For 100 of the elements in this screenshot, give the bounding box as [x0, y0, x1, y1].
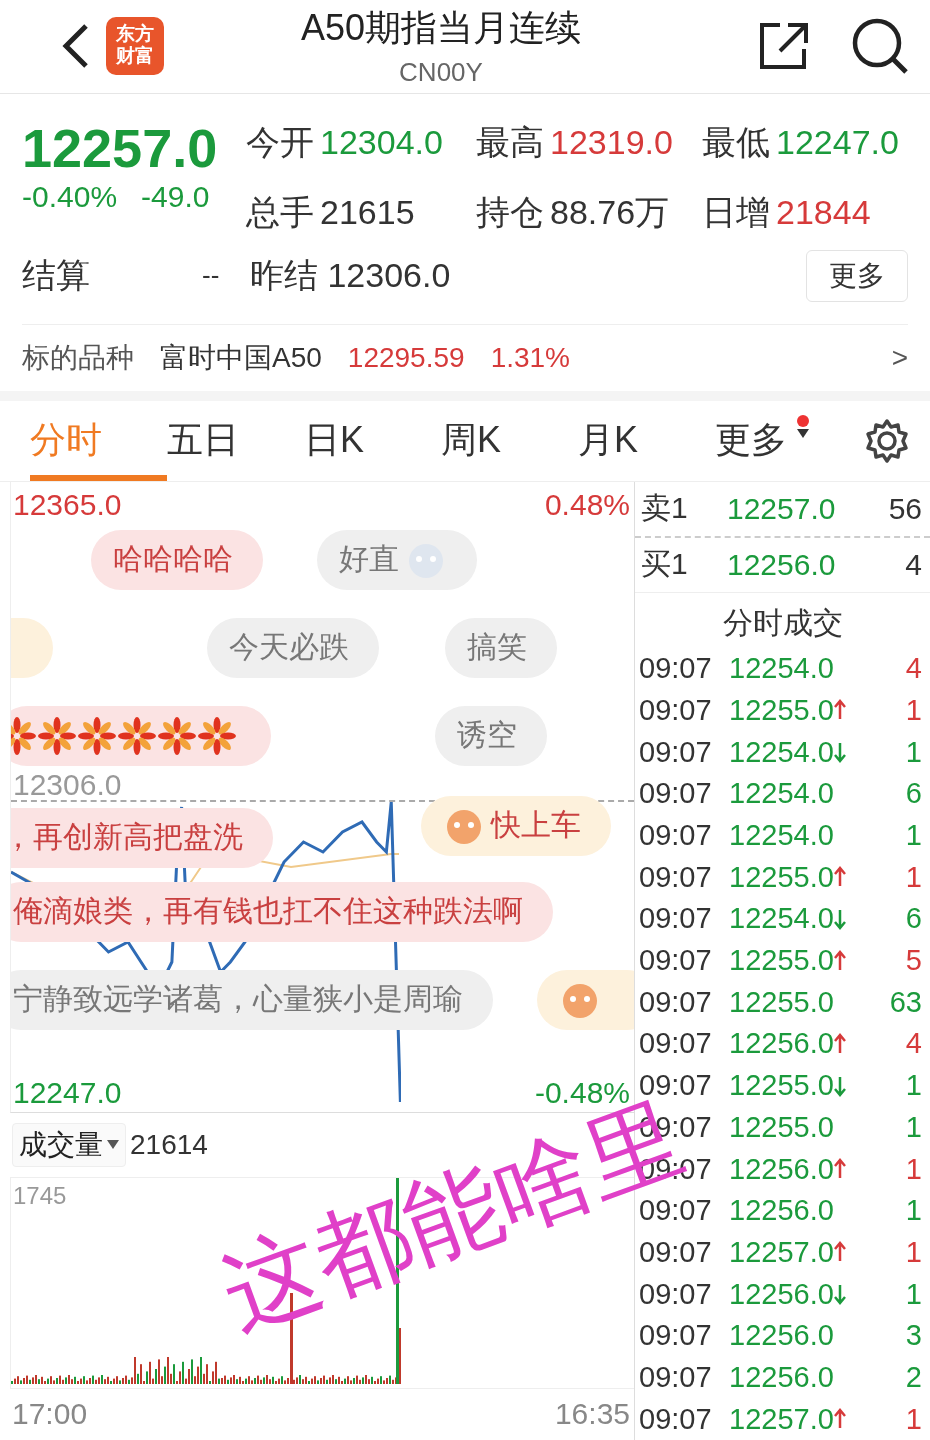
trade-price: 12256.0 [729, 1027, 834, 1061]
trade-time: 09:07 [639, 860, 713, 894]
quote-field: 日增 21844 [702, 189, 908, 236]
back-button[interactable] [60, 23, 90, 70]
trade-price: 12255.0 [729, 944, 834, 978]
indicator-dropdown[interactable]: 成交量 [12, 1122, 126, 1167]
chart-tab[interactable]: 月K [578, 400, 715, 481]
change-value: -49.0 [141, 179, 210, 214]
trade-price: 12254.0 [729, 902, 834, 936]
comment-bubble[interactable]: 搞笑 [445, 617, 557, 678]
quote-field: 今开 12304.0 [246, 119, 476, 166]
underlying-change: 1.31% [490, 341, 571, 374]
trade-time: 09:07 [639, 1277, 713, 1311]
chart-tab[interactable]: 分时 [30, 400, 167, 481]
comment-bubble[interactable]: 宁静致远学诸葛，心量狭小是周瑜 [11, 969, 493, 1030]
time-start: 17:00 [12, 1396, 88, 1431]
trade-price: 12254.0 [729, 652, 834, 686]
trade-time: 09:07 [639, 1027, 713, 1061]
caret-icon [797, 428, 809, 438]
comment-bubble[interactable]: 哈哈哈哈 [91, 529, 263, 590]
trade-time: 09:07 [639, 693, 713, 727]
trade-time: 09:07 [639, 735, 713, 769]
quote-field: 持仓 88.76万 [476, 189, 702, 236]
trade-time: 09:07 [639, 1194, 713, 1228]
trade-volume: 1 [905, 1110, 922, 1144]
comment-bubble[interactable]: 好直 [317, 529, 477, 590]
comment-bubble[interactable]: 快上车 [421, 795, 611, 856]
volume-max-label: 1745 [13, 1181, 67, 1210]
trade-volume: 1 [905, 860, 922, 894]
app-logo: 东方财富 [106, 17, 164, 76]
more-button[interactable]: 更多 [806, 249, 908, 302]
settings-icon[interactable] [864, 417, 910, 464]
change-percent: -0.40% [22, 179, 118, 214]
comment-bubble[interactable]: ，再创新高把盘洗 [11, 807, 273, 868]
book-volume: 4 [905, 547, 922, 582]
trade-volume: 1 [905, 1152, 922, 1186]
emoji-bubble[interactable] [11, 705, 271, 766]
share-icon[interactable] [758, 21, 810, 72]
settle-label: 结算 [22, 254, 91, 296]
trade-volume: 3 [905, 1319, 922, 1353]
trade-price: 12257.0 [729, 1402, 834, 1436]
underlying-name: 富时中国A50 [160, 340, 322, 375]
trade-volume: 1 [905, 1402, 922, 1436]
trade-time: 09:07 [639, 819, 713, 853]
trade-price: 12256.0 [729, 1360, 834, 1394]
prev-close-label: 12306.0 [13, 767, 122, 802]
quote-field: 最高 12319.0 [476, 119, 702, 166]
comment-bubble[interactable]: 诱空 [435, 705, 547, 766]
volume-value: 21614 [130, 1128, 208, 1161]
trade-price: 12255.0 [729, 985, 834, 1019]
trade-time: 09:07 [639, 1360, 713, 1394]
chart-tab[interactable]: 日K [304, 400, 441, 481]
trade-time: 09:07 [639, 944, 713, 978]
trade-price: 12254.0 [729, 777, 834, 811]
trade-volume: 6 [905, 777, 922, 811]
trade-price: 12254.0 [729, 735, 834, 769]
trade-volume: 2 [905, 1360, 922, 1394]
trade-time: 09:07 [639, 777, 713, 811]
trade-volume: 4 [905, 652, 922, 686]
comment-bubble[interactable]: 今天必跌 [207, 617, 379, 678]
book-label: 买1 [641, 546, 689, 583]
time-end: 16:35 [554, 1396, 630, 1431]
trade-time: 09:07 [639, 985, 713, 1019]
trade-volume: 1 [905, 1069, 922, 1103]
trade-volume: 6 [905, 902, 922, 936]
trade-price: 12255.0 [729, 860, 834, 894]
quote-field: 最低 12247.0 [702, 119, 908, 166]
notification-dot [797, 414, 809, 427]
settle-value: -- [202, 260, 221, 292]
chart-tab[interactable]: 更多 [715, 400, 852, 481]
chart-tab[interactable]: 五日 [167, 400, 304, 481]
chart-tab[interactable]: 周K [441, 400, 578, 481]
trade-volume: 5 [905, 944, 922, 978]
trade-volume: 63 [889, 985, 922, 1019]
trade-price: 12256.0 [729, 1277, 834, 1311]
trade-price: 12256.0 [729, 1319, 834, 1353]
trade-time: 09:07 [639, 1235, 713, 1269]
trade-price: 12255.0 [729, 693, 834, 727]
book-label: 卖1 [641, 490, 689, 527]
trade-time: 09:07 [639, 902, 713, 936]
trade-price: 12255.0 [729, 1069, 834, 1103]
axis-high-percent: 0.48% [544, 487, 630, 522]
caret-icon [107, 1140, 119, 1150]
trade-volume: 1 [905, 1277, 922, 1311]
book-price: 12256.0 [727, 547, 837, 582]
last-price: 12257.0 [22, 116, 219, 180]
comment-bubble[interactable]: 俺滴娘类，再有钱也扛不住这种跌法啊 [11, 881, 553, 942]
axis-high: 12365.0 [13, 487, 122, 522]
trade-time: 09:07 [639, 1402, 713, 1436]
contract-code: CN00Y [399, 57, 483, 89]
chevron-link[interactable]: > [891, 341, 908, 374]
trade-volume: 1 [905, 1194, 922, 1228]
trade-price: 12255.0 [729, 1110, 834, 1144]
trade-volume: 1 [905, 693, 922, 727]
trade-price: 12256.0 [729, 1194, 834, 1228]
trade-volume: 1 [905, 1235, 922, 1269]
axis-low: 12247.0 [13, 1075, 122, 1110]
trade-volume: 4 [905, 1027, 922, 1061]
trade-price: 12257.0 [729, 1235, 834, 1269]
book-price: 12257.0 [727, 491, 837, 526]
